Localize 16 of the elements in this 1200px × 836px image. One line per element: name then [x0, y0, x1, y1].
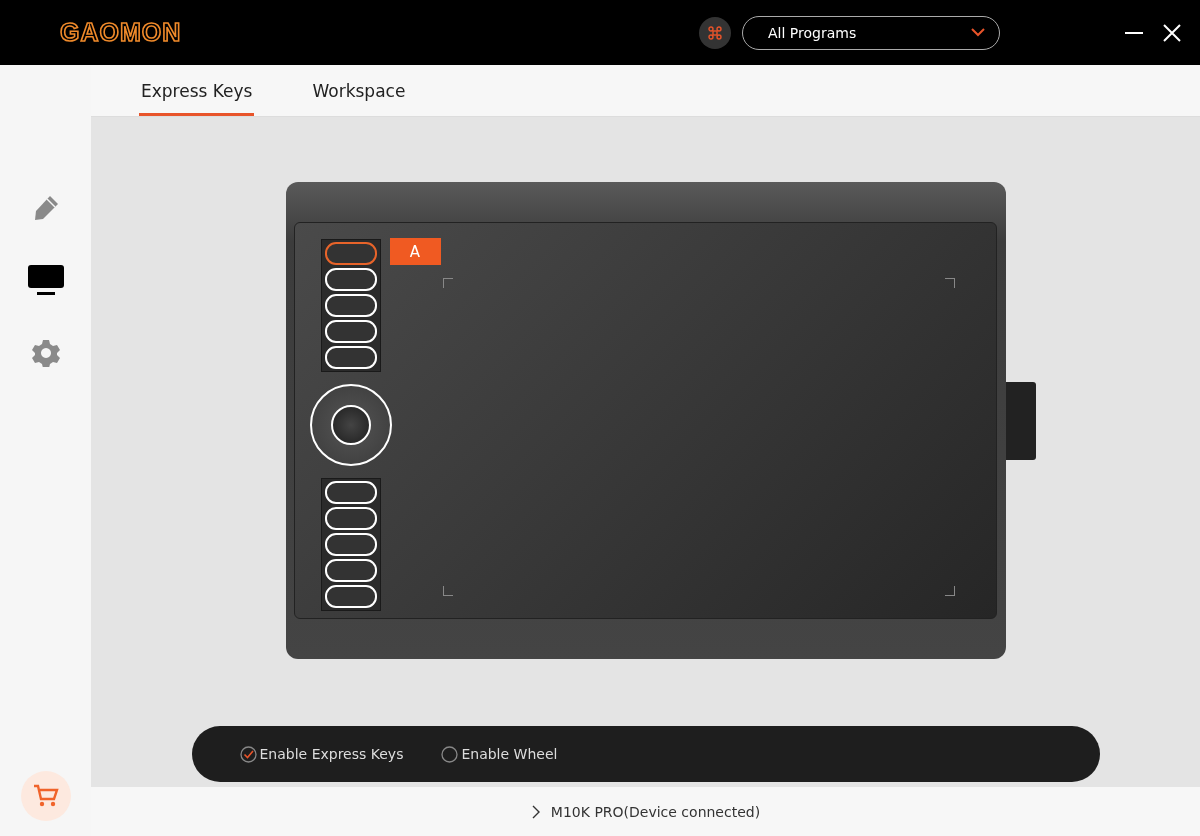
device-status: M10K PRO(Device connected): [550, 803, 761, 820]
monitor-icon[interactable]: [27, 265, 64, 297]
shopping-cart-icon: [32, 784, 59, 808]
tab[interactable]: Workspace: [310, 68, 408, 116]
chevron-down-icon: [971, 28, 985, 37]
command-key-icon: [708, 25, 722, 40]
logo: GAOMON: [60, 18, 182, 47]
close-icon[interactable]: [1163, 23, 1181, 42]
command-key-button[interactable]: [699, 16, 731, 49]
option-checkbox[interactable]: Enable Express Keys: [239, 745, 404, 763]
shopping-cart-button[interactable]: [20, 771, 71, 821]
option-checkbox[interactable]: Enable Wheel: [441, 745, 558, 763]
chevron-right-icon[interactable]: [530, 804, 541, 819]
settings-icon[interactable]: [31, 339, 60, 367]
key-label: A: [389, 238, 441, 265]
dial-center-button[interactable]: [330, 405, 371, 445]
